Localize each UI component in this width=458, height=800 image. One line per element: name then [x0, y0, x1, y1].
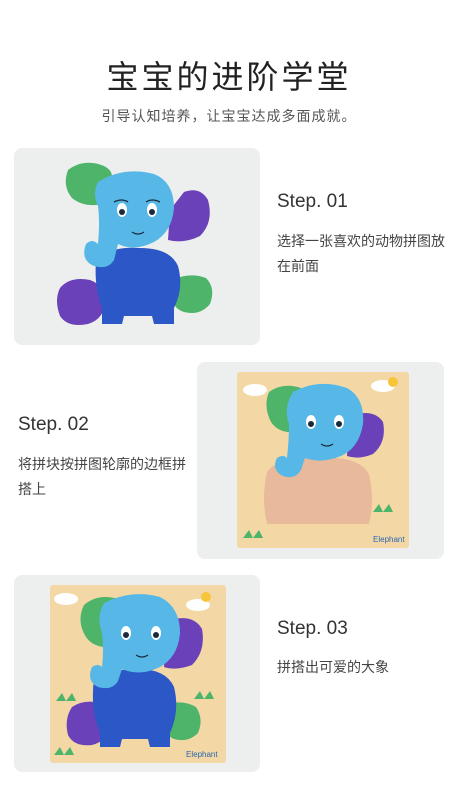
- step-3-image-card: Elephant: [14, 575, 260, 772]
- board-label-text: Elephant: [186, 750, 218, 759]
- partial-puzzle-board-image: Elephant: [237, 372, 409, 548]
- page-title: 宝宝的进阶学堂: [106, 58, 352, 96]
- step-2-image-card: Elephant: [197, 362, 444, 559]
- step-3-label: Step. 03: [277, 618, 348, 639]
- step-1-image-card: [14, 148, 260, 345]
- completed-puzzle-board-image: Elephant: [50, 585, 226, 763]
- step-1-description: 选择一张喜欢的动物拼图放在前面: [277, 234, 445, 275]
- step-2-label: Step. 02: [18, 414, 89, 435]
- elephant-puzzle-pieces-image: [57, 162, 213, 325]
- board-label-text: Elephant: [373, 535, 405, 544]
- step-2-description: 将拼块按拼图轮廓的边框拼搭上: [18, 457, 186, 498]
- step-1-label: Step. 01: [277, 191, 348, 212]
- page-subtitle: 引导认知培养，让宝宝达成多面成就。: [101, 109, 357, 125]
- step-3-description: 拼搭出可爱的大象: [277, 660, 389, 676]
